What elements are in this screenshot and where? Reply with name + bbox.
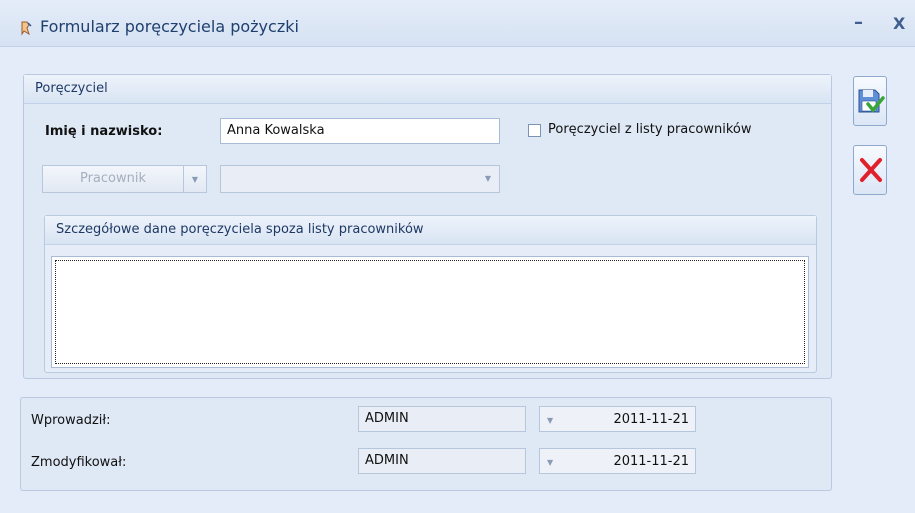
- chevron-down-icon: ▼: [547, 416, 554, 425]
- entered-label: Wprowadził:: [31, 413, 111, 428]
- guarantor-group: Poręczyciel Imię i nazwisko: Anna Kowals…: [23, 74, 832, 379]
- minimize-button[interactable]: –: [854, 12, 863, 33]
- modified-label: Zmodyfikował:: [31, 455, 127, 470]
- window-title: Formularz poręczyciela pożyczki: [40, 17, 299, 36]
- audit-group: Wprowadził: ADMIN ▼ 2011-11-21 Zmodyfiko…: [20, 397, 832, 491]
- guarantor-group-header: Poręczyciel: [24, 75, 831, 104]
- from-employees-checkbox[interactable]: [528, 124, 541, 137]
- from-employees-label: Poręczyciel z listy pracowników: [548, 122, 752, 137]
- details-memo[interactable]: [51, 256, 809, 368]
- guarantor-group-title: Poręczyciel: [35, 81, 108, 96]
- red-x-icon: [860, 158, 882, 182]
- details-group-title: Szczegółowe dane poręczyciela spoza list…: [56, 222, 424, 237]
- chevron-down-icon: ▼: [484, 174, 491, 183]
- name-input[interactable]: Anna Kowalska: [220, 118, 500, 144]
- cancel-button[interactable]: [853, 145, 887, 195]
- modified-date-value: 2011-11-21: [613, 454, 689, 469]
- title-bar: Formularz poręczyciela pożyczki – X: [0, 0, 915, 47]
- details-memo-focus-frame: [55, 260, 805, 364]
- main-panel: Poręczyciel Imię i nazwisko: Anna Kowals…: [9, 47, 848, 507]
- details-group-header: Szczegółowe dane poręczyciela spoza list…: [45, 216, 816, 245]
- name-label: Imię i nazwisko:: [45, 124, 163, 139]
- save-check-icon: [858, 89, 885, 113]
- details-group: Szczegółowe dane poręczyciela spoza list…: [44, 215, 817, 373]
- close-window-button[interactable]: X: [893, 14, 905, 33]
- entered-date-field: ▼ 2011-11-21: [539, 406, 696, 432]
- loan-guarantor-window: Formularz poręczyciela pożyczki – X Porę…: [0, 0, 915, 513]
- employee-button: Pracownik: [42, 165, 184, 193]
- entered-user-field: ADMIN: [358, 406, 526, 432]
- modified-date-field: ▼ 2011-11-21: [539, 448, 696, 474]
- modified-user-field: ADMIN: [358, 448, 526, 474]
- employee-button-dropdown: ▼: [183, 165, 207, 193]
- chevron-down-icon: ▼: [191, 175, 199, 184]
- employee-button-label: Pracownik: [79, 171, 147, 186]
- entered-date-value: 2011-11-21: [613, 412, 689, 427]
- save-button[interactable]: [853, 76, 887, 126]
- chevron-down-icon: ▼: [547, 458, 554, 467]
- app-form-icon: [18, 20, 34, 36]
- employee-select: ▼: [220, 165, 500, 193]
